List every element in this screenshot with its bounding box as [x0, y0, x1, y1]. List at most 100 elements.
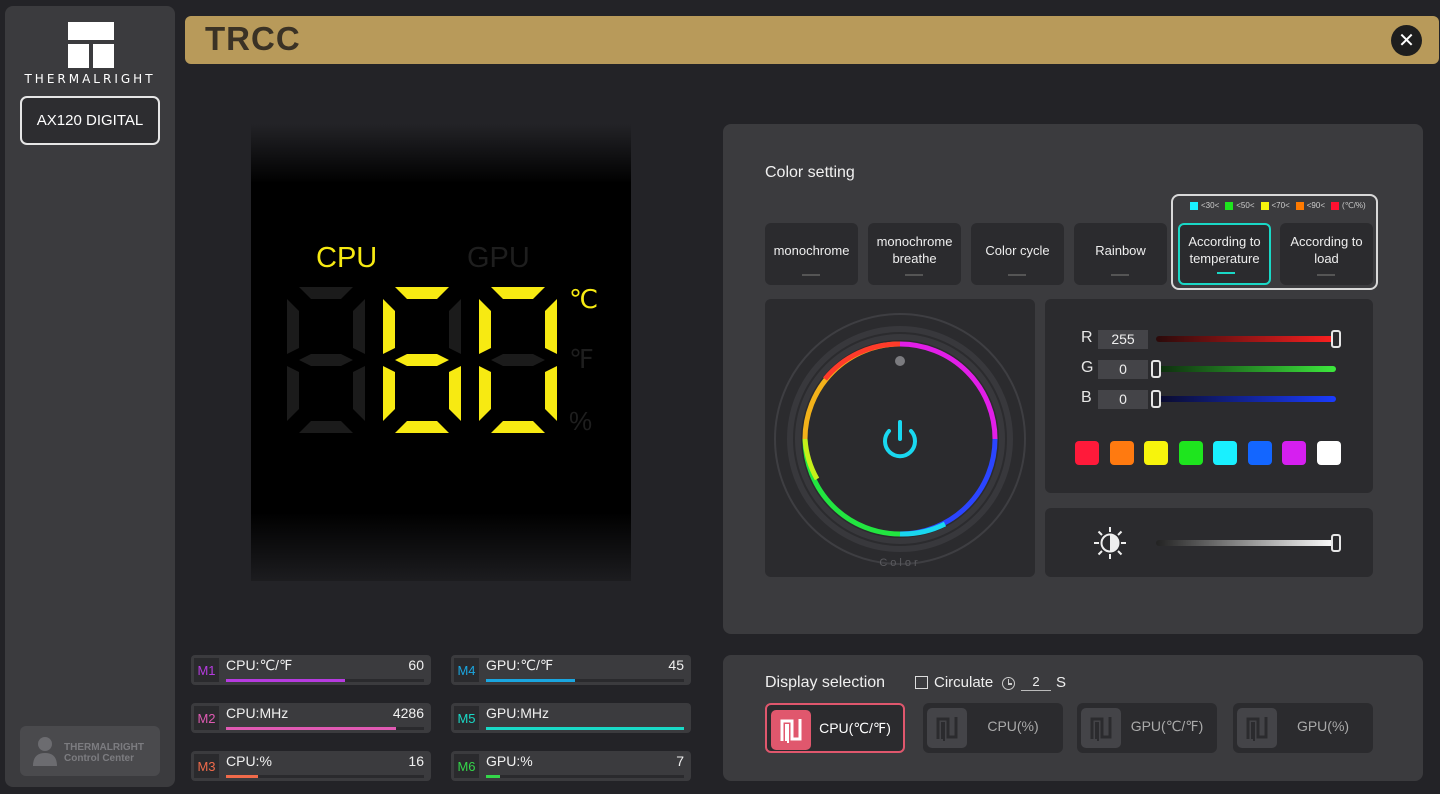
- monitor-key: M1: [194, 658, 219, 682]
- monitor-key: M5: [454, 706, 479, 730]
- mode-label: Color cycle: [985, 242, 1050, 258]
- color-preset[interactable]: [1247, 441, 1272, 465]
- color-preset[interactable]: [1178, 441, 1203, 465]
- mode-button-4[interactable]: According to temperature: [1178, 223, 1271, 285]
- display-option-label: CPU(℃/℉): [819, 720, 891, 736]
- mode-button-5[interactable]: According to load: [1280, 223, 1373, 285]
- segment-f: [383, 299, 395, 354]
- segment-a: [395, 287, 449, 299]
- rgb-slider-g[interactable]: [1156, 366, 1336, 372]
- monitor-tile-m4[interactable]: M4 GPU:℃/℉ 45: [451, 655, 691, 685]
- monitor-level-track: [226, 775, 424, 778]
- user-icon: [33, 737, 57, 766]
- legend-label: (℃/%): [1342, 201, 1366, 210]
- mode-label: According to load: [1290, 234, 1363, 266]
- close-icon: ✕: [1398, 30, 1415, 52]
- thermalright-logo: [68, 22, 114, 68]
- mode-button-1[interactable]: monochrome breathe: [868, 223, 961, 285]
- preview-gpu-label: GPU: [467, 242, 530, 274]
- mode-indicator: [1317, 274, 1335, 276]
- close-button[interactable]: ✕: [1391, 25, 1422, 56]
- monitor-level-track: [486, 775, 684, 778]
- clock-icon: [1002, 677, 1015, 690]
- color-preset[interactable]: [1316, 441, 1341, 465]
- brightness-slider-thumb[interactable]: [1331, 534, 1341, 552]
- sidebar: THERMALRIGHT AX120 DIGITAL THERMALRIGHT …: [5, 6, 175, 787]
- monitor-value: 45: [668, 657, 684, 673]
- rgb-slider-thumb[interactable]: [1331, 330, 1341, 348]
- color-setting-panel: Color setting <30< <50< <70< <90< (℃/%) Colo: [723, 124, 1423, 634]
- monitor-value: 4286: [392, 705, 424, 721]
- color-preset[interactable]: [1109, 441, 1134, 465]
- control-center-badge[interactable]: THERMALRIGHT Control Center: [20, 726, 160, 776]
- legend-label: <90<: [1306, 201, 1325, 210]
- legend-label: <30<: [1201, 201, 1220, 210]
- display-option-label: CPU(%): [987, 718, 1039, 734]
- mode-label: Rainbow: [1095, 242, 1146, 258]
- color-preset[interactable]: [1075, 441, 1099, 465]
- display-option-icon: [1081, 708, 1121, 748]
- monitor-value: 60: [408, 657, 424, 673]
- color-preset[interactable]: [1144, 441, 1168, 465]
- display-option-0[interactable]: CPU(℃/℉): [765, 703, 905, 753]
- app-title: TRCC: [205, 20, 301, 57]
- mode-button-0[interactable]: monochrome: [765, 223, 858, 285]
- display-option-3[interactable]: GPU(%): [1233, 703, 1373, 753]
- monitor-tile-m6[interactable]: M6 GPU:% 7: [451, 751, 691, 781]
- segment-f: [287, 299, 299, 354]
- rgb-slider-r[interactable]: [1156, 336, 1336, 342]
- color-wheel-panel: Color: [765, 299, 1035, 577]
- monitor-tile-m2[interactable]: M2 CPU:MHz 4286: [191, 703, 431, 733]
- preview-cpu-label: CPU: [316, 242, 378, 274]
- display-option-icon: [1237, 708, 1277, 748]
- wheel-selector: [895, 356, 905, 366]
- device-button[interactable]: AX120 DIGITAL: [20, 96, 160, 145]
- segment-e: [383, 366, 395, 421]
- monitor-level-fill: [226, 775, 258, 778]
- segment-d: [395, 421, 449, 433]
- power-icon: [883, 420, 917, 459]
- color-preset[interactable]: [1282, 441, 1306, 465]
- legend-swatch: [1190, 201, 1198, 210]
- brightness-slider[interactable]: [1156, 540, 1336, 546]
- segment-g: [395, 354, 449, 366]
- mode-button-2[interactable]: Color cycle: [971, 223, 1064, 285]
- color-preset[interactable]: [1213, 441, 1237, 465]
- legend-swatch: [1225, 201, 1234, 210]
- brand-name: THERMALRIGHT: [24, 72, 156, 86]
- unit-percent: %: [569, 406, 593, 436]
- color-setting-title: Color setting: [765, 164, 855, 181]
- segment-b: [353, 299, 365, 354]
- rgb-value-b[interactable]: 0: [1098, 390, 1148, 409]
- monitor-key: M3: [194, 754, 219, 778]
- legend-label: <50<: [1236, 201, 1255, 210]
- unit-fahrenheit: ℉: [569, 344, 594, 374]
- display-option-1[interactable]: CPU(%): [923, 703, 1063, 753]
- rgb-slider-thumb[interactable]: [1151, 390, 1161, 408]
- monitor-tile-m3[interactable]: M3 CPU:% 16: [191, 751, 431, 781]
- rgb-slider-thumb[interactable]: [1151, 360, 1161, 378]
- rgb-value-r[interactable]: 255: [1098, 330, 1148, 349]
- unit-celsius: ℃: [569, 284, 599, 314]
- circulate-checkbox[interactable]: [915, 676, 928, 689]
- monitor-name: GPU:℃/℉: [486, 657, 554, 673]
- rgb-value-g[interactable]: 0: [1098, 360, 1148, 379]
- monitor-level-fill: [226, 727, 397, 730]
- monitor-tile-m5[interactable]: M5 GPU:MHz: [451, 703, 691, 733]
- mode-label: monochrome: [773, 242, 850, 258]
- monitor-level-track: [226, 727, 424, 730]
- rgb-slider-b[interactable]: [1156, 396, 1336, 402]
- seconds-unit: S: [1056, 674, 1067, 691]
- monitor-tile-m1[interactable]: M1 CPU:℃/℉ 60: [191, 655, 431, 685]
- monitor-level-track: [486, 679, 684, 682]
- display-option-2[interactable]: GPU(℃/℉): [1077, 703, 1217, 753]
- mode-indicator: [1111, 274, 1129, 276]
- circulate-seconds-input[interactable]: 2: [1021, 674, 1051, 691]
- seven-segment-display: [287, 287, 557, 433]
- mode-button-3[interactable]: Rainbow: [1074, 223, 1167, 285]
- segment-a: [491, 287, 545, 299]
- segment-a: [299, 287, 353, 299]
- color-wheel[interactable]: Color: [765, 299, 1035, 577]
- monitor-key: M6: [454, 754, 479, 778]
- rgb-label-b: B: [1081, 389, 1092, 406]
